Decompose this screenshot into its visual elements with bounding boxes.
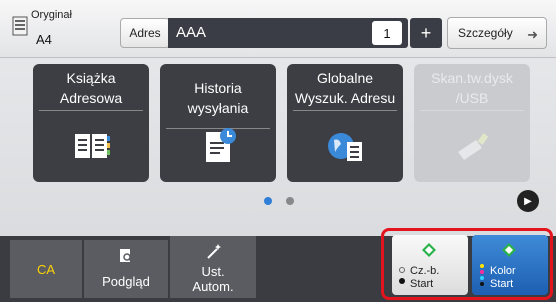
- top-bar: Oryginał A4 Adres AAA 1 + Szczegóły ➜: [0, 0, 556, 58]
- tile-usb-scan[interactable]: Skan.tw.dysk /USB: [414, 64, 530, 182]
- address-count-badge: 1: [372, 21, 402, 45]
- start-diamond-icon: [502, 243, 516, 257]
- bw-start-label: Cz.-b. Start: [410, 265, 440, 290]
- tile-label: Historia wysyłania: [166, 68, 270, 129]
- auto-settings-label: Ust. Autom.: [192, 264, 234, 294]
- tile-label: Globalne Wyszuk. Adresu: [293, 68, 397, 111]
- tile-address-book[interactable]: Książka Adresowa: [33, 64, 149, 182]
- cyan-dot-icon: [480, 276, 484, 280]
- original-size-value[interactable]: A4: [36, 32, 52, 47]
- black-dot-icon: [399, 278, 405, 284]
- preview-button[interactable]: Podgląd: [84, 240, 168, 298]
- address-book-icon: [75, 134, 110, 158]
- clear-all-button[interactable]: CA: [10, 240, 82, 298]
- white-dot-icon: [399, 267, 405, 273]
- details-button[interactable]: Szczegóły ➜: [447, 17, 547, 49]
- arrow-right-icon: ➜: [527, 27, 538, 42]
- address-value: AAA: [176, 24, 207, 41]
- tile-send-history[interactable]: Historia wysyłania: [160, 64, 276, 182]
- preview-icon: [120, 249, 133, 263]
- magic-wand-icon: [207, 244, 221, 259]
- screen: Oryginał A4 Adres AAA 1 + Szczegóły ➜ Ks…: [0, 0, 556, 302]
- magenta-dot-icon: [480, 270, 484, 274]
- send-history-icon: [206, 128, 236, 162]
- tile-label: Skan.tw.dysk /USB: [420, 68, 524, 111]
- global-address-search-icon: [328, 133, 362, 161]
- auto-settings-button[interactable]: Ust. Autom.: [170, 236, 256, 298]
- usb-scan-icon: [458, 133, 489, 160]
- add-address-button[interactable]: +: [410, 18, 442, 48]
- yellow-dot-icon: [480, 264, 484, 268]
- page-dot-active[interactable]: [264, 197, 272, 205]
- color-start-button[interactable]: Kolor Start: [472, 235, 548, 295]
- preview-label: Podgląd: [102, 274, 150, 289]
- original-label: Oryginał: [31, 9, 72, 21]
- address-button[interactable]: Adres: [120, 18, 170, 48]
- tile-global-address-search[interactable]: Globalne Wyszuk. Adresu: [287, 64, 403, 182]
- bw-start-button[interactable]: Cz.-b. Start: [392, 235, 468, 295]
- document-icon: [12, 16, 28, 36]
- details-label: Szczegóły: [458, 26, 513, 40]
- color-start-label: Kolor Start: [490, 265, 516, 290]
- black-dot-icon: [480, 282, 484, 286]
- start-diamond-icon: [422, 243, 436, 257]
- page-dot[interactable]: [286, 197, 294, 205]
- next-page-button[interactable]: ▶: [517, 190, 539, 212]
- tile-label: Książka Adresowa: [39, 68, 143, 111]
